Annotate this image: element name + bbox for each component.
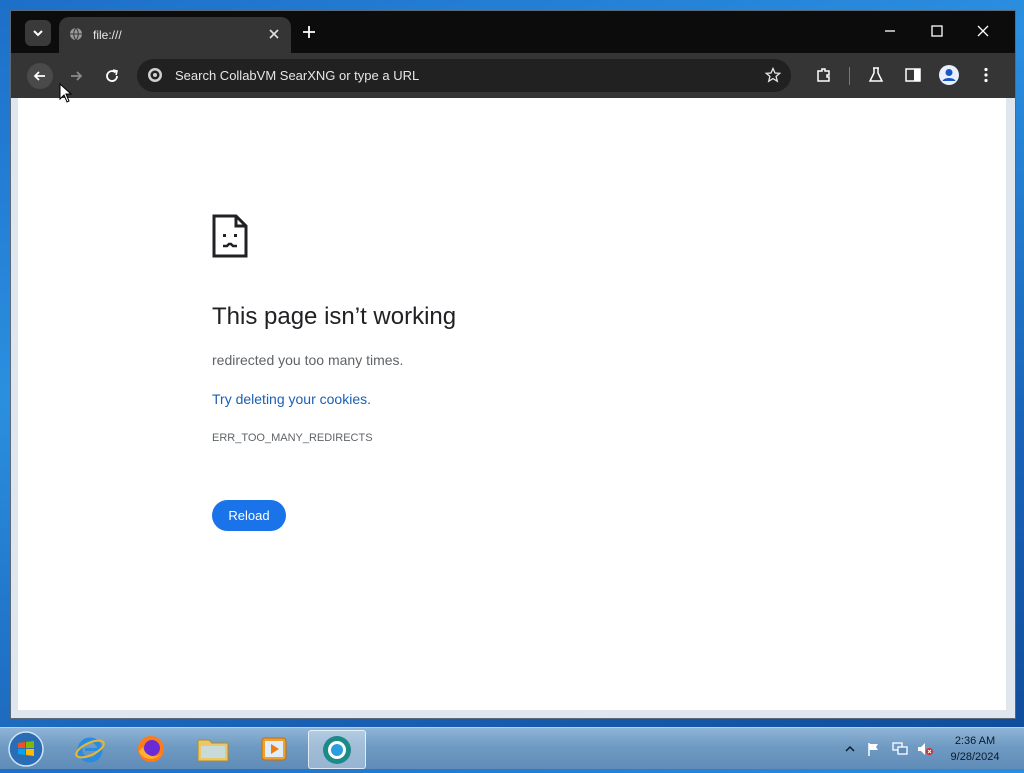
side-panel-icon[interactable]	[904, 66, 922, 84]
taskbar-media-player[interactable]	[246, 730, 302, 767]
refresh-icon	[106, 69, 118, 82]
error-description: redirected you too many times.	[212, 352, 404, 368]
close-icon[interactable]	[267, 27, 281, 41]
internet-explorer-icon	[75, 737, 105, 762]
toolbar-separator	[849, 67, 850, 85]
tab-active[interactable]: file:///	[59, 17, 291, 53]
new-tab-icon[interactable]	[301, 24, 317, 40]
arrow-left-icon	[33, 71, 45, 81]
folder-icon	[197, 739, 229, 761]
error-title: This page isn’t working	[212, 303, 457, 330]
system-clock[interactable]: 2:36 AM 9/28/2024	[940, 733, 1010, 765]
show-hidden-icons-icon[interactable]	[845, 744, 855, 754]
site-info-icon[interactable]	[147, 67, 163, 83]
taskbar: 2:36 AM 9/28/2024	[0, 727, 1024, 769]
maximize-icon[interactable]	[930, 24, 944, 38]
taskbar-file-explorer[interactable]	[185, 730, 241, 767]
error-code: ERR_TOO_MANY_REDIRECTS	[212, 432, 373, 444]
volume-muted-icon[interactable]	[916, 741, 934, 757]
globe-icon	[70, 27, 82, 41]
address-bar[interactable]: Search CollabVM SearXNG or type a URL	[137, 59, 791, 92]
media-player-icon	[261, 737, 287, 760]
bookmark-star-icon[interactable]	[765, 67, 781, 83]
toolbar: Search CollabVM SearXNG or type a URL	[11, 53, 1015, 98]
mouse-cursor-icon	[59, 83, 73, 103]
window-close-icon[interactable]	[976, 24, 990, 38]
start-button[interactable]	[6, 730, 46, 768]
action-center-flag-icon[interactable]	[866, 741, 882, 757]
tab-title: file:///	[93, 28, 122, 42]
extensions-icon[interactable]	[815, 66, 833, 84]
profile-avatar-icon[interactable]	[938, 64, 960, 86]
address-placeholder: Search CollabVM SearXNG or type a URL	[175, 68, 420, 83]
chevron-down-icon	[33, 30, 43, 37]
firefox-icon	[138, 735, 164, 762]
tab-bar: file:///	[11, 11, 1015, 53]
delete-cookies-link[interactable]: Try deleting your cookies.	[212, 391, 371, 407]
browser-window: file:/// Search CollabVM SearXNG or type…	[10, 10, 1016, 719]
menu-kebab-icon[interactable]	[977, 66, 995, 84]
taskbar-firefox[interactable]	[123, 730, 179, 767]
chromium-icon	[323, 735, 351, 764]
taskbar-chromium[interactable]	[308, 730, 366, 769]
reload-toolbar-button[interactable]	[99, 63, 125, 89]
tab-search-button[interactable]	[25, 20, 51, 46]
reload-button[interactable]: Reload	[212, 500, 286, 531]
sad-page-icon	[212, 214, 248, 258]
arrow-right-icon	[71, 71, 83, 81]
labs-flask-icon[interactable]	[867, 66, 885, 84]
page-content: This page isn’t working redirected you t…	[18, 98, 1006, 710]
minimize-icon[interactable]	[883, 24, 897, 38]
back-button[interactable]	[27, 63, 53, 89]
clock-time: 2:36 AM	[954, 735, 996, 747]
network-icon[interactable]	[891, 741, 909, 757]
taskbar-internet-explorer[interactable]	[62, 730, 118, 767]
windows-start-orb-icon	[8, 731, 44, 767]
clock-date: 9/28/2024	[950, 751, 1000, 763]
